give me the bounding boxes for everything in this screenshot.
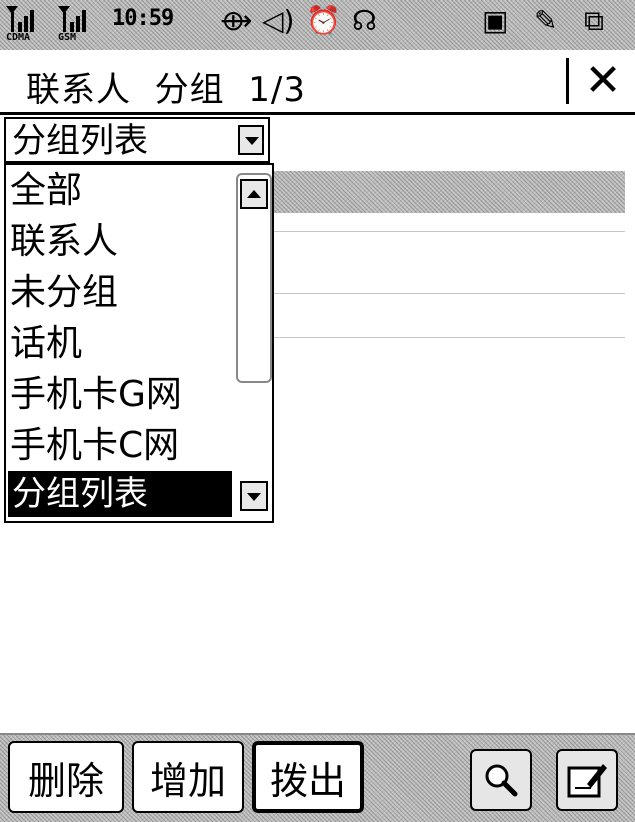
chevron-down-icon[interactable] [240, 481, 268, 511]
chevron-down-icon[interactable] [238, 125, 264, 155]
close-icon: ✕ [584, 55, 622, 106]
sim-card-icon[interactable]: ▣ [482, 4, 508, 38]
dropdown-option-sim-c[interactable]: 手机卡C网 [10, 420, 179, 472]
clock: 10:59 [112, 6, 174, 31]
title-divider [566, 58, 569, 104]
dropdown-option-sim-g[interactable]: 手机卡G网 [10, 369, 182, 421]
dropdown-scrollbar[interactable] [236, 173, 272, 383]
cdma-label: CDMA [6, 32, 31, 43]
dropdown-option-contacts[interactable]: 联系人 [10, 216, 118, 268]
dial-button-label: 拨出 [269, 758, 346, 803]
list-item-highlighted[interactable] [272, 171, 625, 213]
windows-icon[interactable]: ⧉ [584, 4, 604, 38]
close-button[interactable]: ✕ [578, 56, 628, 106]
edit-note-button[interactable] [556, 749, 618, 811]
delete-button[interactable]: 删除 [8, 741, 124, 813]
search-button[interactable] [470, 749, 532, 811]
dropdown-options-list[interactable]: 全部 联系人 未分组 话机 手机卡G网 手机卡C网 分组列表 [4, 163, 274, 523]
group-list-dropdown[interactable]: 分组列表 [4, 117, 270, 163]
page-title: 联系人 分组 1/3 [26, 70, 306, 110]
dropdown-option-label: 分组列表 [12, 474, 148, 514]
dropdown-option-group-list[interactable]: 分组列表 [8, 471, 232, 517]
headset-icon[interactable]: ☊ [352, 4, 377, 38]
add-button-label: 增加 [149, 758, 226, 803]
usb-icon[interactable]: ⟴ [220, 4, 252, 38]
chevron-up-icon[interactable] [240, 179, 268, 209]
dropdown-selected-value: 分组列表 [12, 121, 148, 161]
alarm-clock-icon[interactable]: ⏰ [306, 4, 341, 38]
status-bar: CDMA GSM 10:59 ⟴ ◁) ⏰ ☊ ▣ ✎ ⧉ [0, 0, 635, 50]
delete-button-label: 删除 [27, 758, 104, 803]
edit-note-icon [567, 764, 607, 798]
dropdown-option-ungrouped[interactable]: 未分组 [10, 267, 118, 319]
title-bar: 联系人 分组 1/3 ✕ [0, 50, 635, 115]
add-button[interactable]: 增加 [132, 741, 244, 813]
edit-icon[interactable]: ✎ [534, 4, 557, 38]
speaker-icon[interactable]: ◁) [262, 4, 294, 38]
magnifier-icon [485, 764, 518, 797]
dropdown-option-all[interactable]: 全部 [10, 165, 82, 217]
dial-button[interactable]: 拨出 [252, 741, 364, 813]
dropdown-option-phone[interactable]: 话机 [10, 318, 82, 370]
gsm-label: GSM [58, 32, 77, 43]
bottom-toolbar: 删除 增加 拨出 [0, 733, 635, 822]
